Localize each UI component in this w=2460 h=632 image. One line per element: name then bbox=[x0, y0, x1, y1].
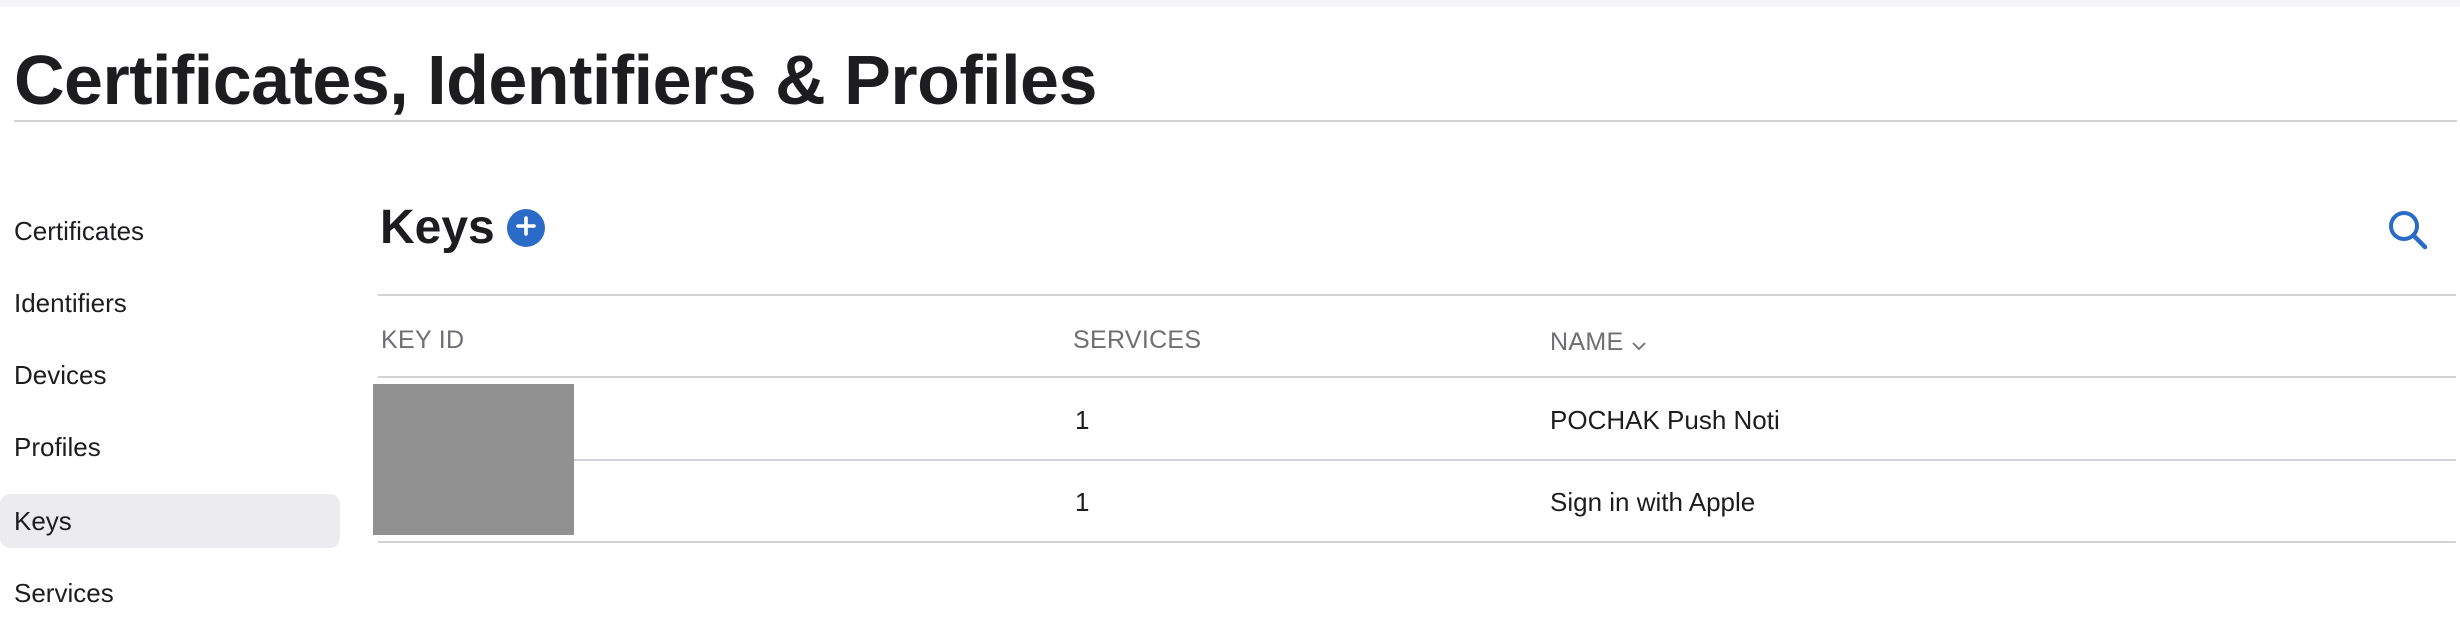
name-cell: POCHAK Push Noti bbox=[1550, 405, 1780, 435]
sidebar-item-label: Keys bbox=[14, 506, 72, 536]
redacted-key-id-block bbox=[373, 384, 574, 535]
table-row[interactable]: 1 POCHAK Push Noti bbox=[378, 380, 2456, 460]
add-key-button[interactable] bbox=[506, 209, 545, 247]
sidebar-item-identifiers[interactable]: Identifiers bbox=[0, 276, 340, 330]
table-top-divider bbox=[378, 294, 2456, 296]
section-title: Keys bbox=[380, 201, 495, 254]
search-button[interactable] bbox=[2384, 206, 2432, 254]
table-bottom-divider bbox=[378, 541, 2456, 543]
sidebar-item-keys[interactable]: Keys bbox=[0, 494, 340, 548]
row-divider bbox=[378, 459, 2456, 461]
section-header: Keys bbox=[380, 196, 545, 260]
table-row[interactable]: 1 Sign in with Apple bbox=[378, 462, 2456, 542]
sidebar-item-label: Profiles bbox=[14, 432, 101, 462]
search-icon bbox=[2384, 211, 2432, 258]
column-header-name-label: NAME bbox=[1550, 328, 1624, 356]
column-header-key-id: KEY ID bbox=[381, 326, 465, 354]
column-header-name[interactable]: NAME bbox=[1550, 320, 1647, 364]
top-strip bbox=[0, 0, 2460, 7]
column-header-services: SERVICES bbox=[1073, 326, 1202, 354]
sidebar-item-label: Certificates bbox=[14, 216, 145, 246]
sidebar-item-label: Devices bbox=[14, 360, 107, 390]
title-divider bbox=[14, 120, 2457, 122]
sidebar-item-label: Services bbox=[14, 578, 114, 608]
header-divider bbox=[378, 376, 2456, 378]
services-cell: 1 bbox=[1075, 487, 1090, 517]
sidebar-item-services[interactable]: Services bbox=[0, 566, 340, 620]
sidebar-item-devices[interactable]: Devices bbox=[0, 348, 340, 402]
sidebar-item-certificates[interactable]: Certificates bbox=[0, 204, 340, 258]
services-cell: 1 bbox=[1075, 405, 1090, 435]
plus-circle-icon bbox=[515, 215, 537, 242]
page-title: Certificates, Identifiers & Profiles bbox=[14, 41, 1097, 119]
name-cell: Sign in with Apple bbox=[1550, 487, 1756, 517]
chevron-down-icon bbox=[1631, 324, 1647, 364]
sidebar-item-label: Identifiers bbox=[14, 288, 127, 318]
sidebar-item-profiles[interactable]: Profiles bbox=[0, 420, 340, 474]
